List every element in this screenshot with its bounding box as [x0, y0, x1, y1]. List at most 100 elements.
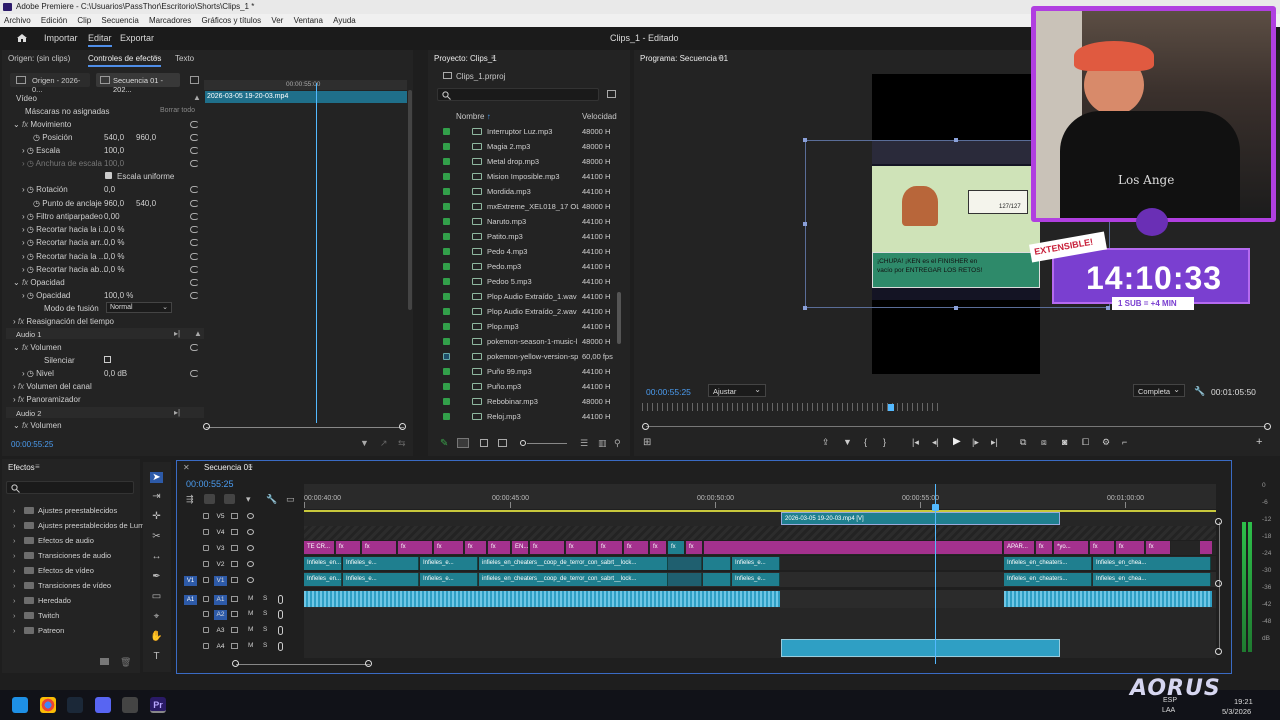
pos-y-value[interactable]: 960,0: [136, 133, 156, 142]
effects-folder[interactable]: › Heredado: [13, 596, 71, 605]
handle-ml[interactable]: [803, 222, 807, 226]
insert-icon[interactable]: ⧉: [1020, 437, 1026, 448]
step-back-icon[interactable]: ◂|: [932, 437, 939, 448]
recortar-izq-value[interactable]: 0,0 %: [104, 225, 124, 234]
ec-playhead[interactable]: [316, 83, 317, 423]
rectangle-tool-icon[interactable]: ▭: [150, 591, 163, 602]
file-checkbox[interactable]: [443, 158, 450, 165]
reset-icon[interactable]: [190, 266, 199, 273]
settings-icon[interactable]: ⚙: [1102, 437, 1110, 448]
ec-scrollbar[interactable]: [408, 90, 412, 310]
timeline-scroll-left[interactable]: [232, 660, 239, 667]
reset-icon[interactable]: [190, 239, 199, 246]
timeline-ruler[interactable]: [304, 484, 1216, 509]
filtro-value[interactable]: 0,00: [104, 212, 120, 221]
lock-icon[interactable]: [203, 561, 209, 567]
file-checkbox[interactable]: [443, 263, 450, 270]
subtab-origen[interactable]: Origen - 2026-0...: [10, 73, 90, 94]
marker-grid-icon[interactable]: ⊞: [643, 437, 651, 448]
opacidad-value[interactable]: 100,0 %: [104, 291, 133, 300]
v3-clip[interactable]: fx: [336, 541, 361, 554]
rotacion-value[interactable]: 0,0: [104, 185, 115, 194]
reset-icon[interactable]: [190, 160, 199, 167]
v3-clip[interactable]: fx: [686, 541, 703, 554]
effects-folder[interactable]: › Efectos de vídeo: [13, 566, 94, 575]
track-label[interactable]: V2: [214, 560, 227, 570]
file-checkbox[interactable]: [443, 383, 450, 390]
chevron-right-icon[interactable]: ›: [13, 596, 16, 605]
mute-button[interactable]: M: [248, 595, 253, 602]
v3-clip[interactable]: fx: [1146, 541, 1171, 554]
file-row[interactable]: Naruto.mp3 44100 H: [443, 214, 618, 229]
file-row[interactable]: mxExtreme_XEL018_17 OLD 48000 H: [443, 199, 618, 214]
solo-button[interactable]: S: [263, 610, 267, 617]
borrar-todo[interactable]: Borrar todo: [160, 107, 195, 114]
file-checkbox[interactable]: [443, 293, 450, 300]
pencil-icon[interactable]: ✎: [440, 438, 448, 449]
mute-button[interactable]: M: [248, 626, 253, 633]
handle-tm[interactable]: [954, 138, 958, 142]
wrench-icon[interactable]: 🔧: [1194, 386, 1205, 397]
ec-ruler[interactable]: 00:00:55:00: [204, 80, 407, 90]
effects-folder[interactable]: › Efectos de audio: [13, 536, 94, 545]
reset-icon[interactable]: [190, 147, 199, 154]
ec-zoom-handle-right[interactable]: [399, 423, 406, 430]
file-checkbox[interactable]: [443, 248, 450, 255]
opacidad-row[interactable]: ⌄ fx Opacidad: [13, 278, 65, 287]
v5-clip[interactable]: 2026-03-05 19-20-03.mp4 [V]: [781, 512, 1060, 525]
solo-button[interactable]: S: [263, 595, 267, 602]
effects-folder[interactable]: › Patreon: [13, 626, 64, 635]
v3-clip[interactable]: fx: [530, 541, 565, 554]
slip-tool-icon[interactable]: ↔: [150, 551, 163, 562]
chevron-right-icon[interactable]: ›: [13, 521, 16, 530]
v3-clip[interactable]: *yo...: [1054, 541, 1089, 554]
effects-folder[interactable]: › Ajustes preestablecidos: [13, 506, 117, 515]
reset-icon[interactable]: [190, 279, 199, 286]
subtab-secuencia[interactable]: Secuencia 01 - 202...: [96, 73, 180, 94]
clip-v1_labels[interactable]: Infieles_e...: [343, 573, 419, 586]
menu-secuencia[interactable]: Secuencia: [101, 16, 138, 25]
file-checkbox[interactable]: [443, 368, 450, 375]
source-patch-v1[interactable]: V1: [184, 576, 197, 586]
vzoom-bottom[interactable]: [1215, 648, 1222, 655]
file-checkbox[interactable]: [443, 143, 450, 150]
quality-select[interactable]: Completa ⌄: [1133, 384, 1185, 397]
clip-v1_labels[interactable]: infieles_en_cheaters__coop_de_terror_con…: [479, 573, 668, 586]
v3-clip[interactable]: APAR...: [1004, 541, 1035, 554]
menu-archivo[interactable]: Archivo: [4, 16, 31, 25]
volumen-canal-row[interactable]: › fx Volumen del canal: [13, 382, 92, 391]
filter-icon[interactable]: ▼: [360, 438, 369, 448]
chevron-right-icon[interactable]: ›: [13, 566, 16, 575]
loop-icon[interactable]: ⇆: [398, 438, 406, 449]
v3-clip[interactable]: fx: [566, 541, 597, 554]
list-view-icon[interactable]: [457, 438, 469, 448]
file-checkbox[interactable]: [443, 203, 450, 210]
lock-icon[interactable]: [203, 545, 209, 551]
overwrite-icon[interactable]: ⧈: [1041, 437, 1047, 448]
chevron-right-icon[interactable]: ›: [13, 536, 16, 545]
reset-icon[interactable]: [190, 134, 199, 141]
sync-lock-icon[interactable]: [231, 561, 238, 567]
ec-zoom-handle-left[interactable]: [203, 423, 210, 430]
solo-button[interactable]: S: [263, 626, 267, 633]
type-tool-icon[interactable]: T: [150, 651, 163, 662]
col-nombre[interactable]: Nombre ↑: [456, 112, 491, 121]
reset-icon[interactable]: [190, 370, 199, 377]
reasignacion-row[interactable]: › fx Reasignación del tiempo: [13, 317, 114, 326]
volumen2-row[interactable]: ⌄ fx Volumen: [13, 421, 62, 430]
tab-exportar[interactable]: Exportar: [120, 33, 154, 43]
lock-icon[interactable]: [203, 643, 209, 649]
linked-selection-icon[interactable]: [224, 494, 235, 504]
clip-v2_labels[interactable]: Infieles_en...: [304, 557, 342, 570]
track-label[interactable]: V3: [214, 544, 227, 554]
file-checkbox[interactable]: [443, 323, 450, 330]
menu-clip[interactable]: Clip: [77, 16, 91, 25]
file-checkbox[interactable]: [443, 308, 450, 315]
handle-tl[interactable]: [803, 138, 807, 142]
clip-v2_labels[interactable]: [668, 557, 702, 570]
effects-folder[interactable]: › Twitch: [13, 611, 59, 620]
export-frame-icon[interactable]: ⌐: [1122, 437, 1127, 447]
eye-icon[interactable]: [247, 545, 254, 551]
add-marker-icon[interactable]: ▼: [843, 437, 852, 447]
sync-lock-icon[interactable]: [231, 611, 238, 617]
